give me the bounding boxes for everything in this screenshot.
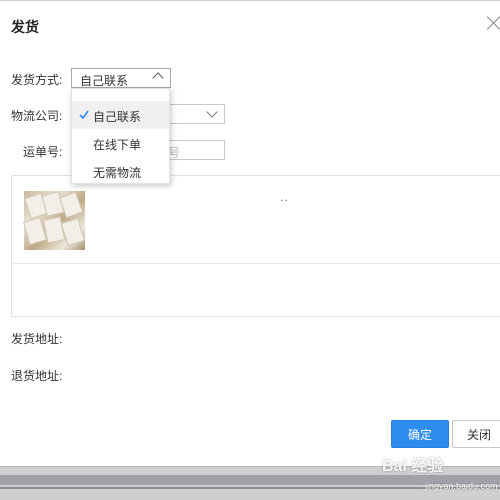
chevron-down-icon [206, 106, 218, 118]
check-icon [79, 110, 89, 120]
product-note: .. [280, 190, 289, 204]
product-thumbnail [23, 191, 86, 250]
watermark-logo: Bai 经验 [382, 458, 444, 475]
close-button[interactable]: 关闭 [452, 420, 500, 448]
ship-from-address-label: 发货地址: [11, 332, 63, 346]
shipping-method-label: 发货方式: [11, 73, 63, 87]
return-address-label: 退货地址: [11, 369, 63, 383]
dropdown-option-label: 无需物流 [93, 166, 142, 180]
shipping-method-dropdown: 自己联系 在线下单 无需物流 [71, 88, 170, 184]
dropdown-option[interactable]: 在线下单 [72, 129, 169, 157]
shipping-method-select[interactable]: 自己联系 [71, 68, 171, 88]
logistics-company-label: 物流公司: [11, 109, 63, 123]
chevron-up-icon [152, 72, 164, 84]
close-icon[interactable] [486, 15, 500, 31]
dropdown-option[interactable]: 自己联系 [72, 101, 169, 129]
dropdown-option-label: 自己联系 [93, 110, 142, 124]
divider [12, 263, 500, 264]
dialog-title: 发货 [11, 19, 39, 35]
confirm-button[interactable]: 确定 [391, 420, 449, 448]
shipping-method-value: 自己联系 [80, 74, 129, 88]
dropdown-option[interactable]: 无需物流 [72, 157, 169, 185]
tracking-number-label: 运单号: [23, 145, 63, 159]
ship-dialog: 发货 发货方式: 自己联系 物流公司: 运单号: 号 .. 发货地址: 退货地址… [0, 0, 500, 466]
dialog-header: 发货 [0, 1, 500, 49]
watermark-url: jingyan.baidu.com [425, 481, 498, 491]
product-panel: .. [11, 175, 500, 317]
dropdown-option-label: 在线下单 [93, 138, 142, 152]
